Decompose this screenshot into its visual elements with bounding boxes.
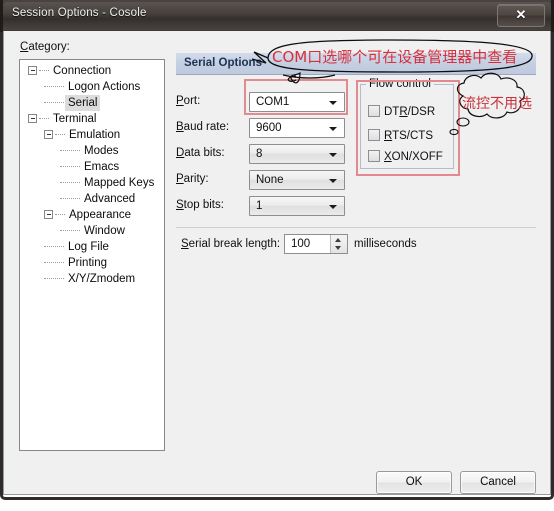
serial-options-header: Serial Options — [176, 53, 536, 75]
sidebar-item-serial[interactable]: Serial — [20, 95, 164, 111]
ok-button-label: OK — [405, 476, 423, 488]
sidebar-item-label: Mapped Keys — [84, 177, 155, 189]
tree-connector — [44, 277, 64, 280]
checkbox-icon[interactable] — [368, 129, 380, 141]
serial-break-label: Serial break length: — [181, 238, 281, 250]
close-icon: ✕ — [515, 7, 527, 22]
tree-connector — [55, 213, 65, 216]
combo-value: COM1 — [256, 96, 290, 108]
dialog-window: Session Options - Cosole ✕ Category: Con… — [0, 0, 554, 500]
chevron-down-icon[interactable] — [329, 205, 337, 209]
label-parity: Parity: — [176, 173, 209, 185]
sidebar-item-label: Logon Actions — [68, 81, 141, 93]
tree-connector — [60, 165, 80, 168]
tree-connector — [55, 133, 65, 136]
tree-connector — [60, 149, 80, 152]
tree-connector — [39, 117, 49, 120]
sidebar-item-label: Window — [84, 225, 125, 237]
combo-data-bits[interactable]: 8 — [249, 144, 345, 164]
category-label: Category: — [20, 41, 70, 53]
tree-connector — [60, 181, 80, 184]
serial-break-spinner[interactable]: 100 — [284, 234, 348, 254]
checkbox-rts-cts[interactable]: RTS/CTS — [368, 129, 433, 142]
combo-stop-bits[interactable]: 1 — [249, 196, 345, 216]
label-stop-bits: Stop bits: — [176, 199, 224, 211]
sidebar-item-label: Modes — [84, 145, 119, 157]
spinner-buttons[interactable] — [330, 235, 347, 253]
sidebar-item-label: Printing — [68, 257, 107, 269]
title-bar: Session Options - Cosole ✕ — [0, 0, 554, 32]
label-data-bits: Data bits: — [176, 147, 225, 159]
collapse-icon[interactable] — [28, 114, 37, 124]
chevron-down-icon[interactable] — [329, 179, 337, 183]
sidebar-item-modes[interactable]: Modes — [20, 143, 164, 159]
checkbox-icon[interactable] — [368, 105, 380, 117]
combo-baud-rate[interactable]: 9600 — [249, 118, 345, 138]
sidebar-item-label: X/Y/Zmodem — [68, 273, 136, 285]
category-tree[interactable]: Connection Logon Actions Serial Terminal Emu… — [19, 59, 165, 451]
chevron-down-icon[interactable] — [329, 127, 337, 131]
sidebar-item-label: Advanced — [84, 193, 136, 205]
checkbox-icon[interactable] — [368, 150, 380, 162]
combo-port[interactable]: COM1 — [249, 92, 345, 112]
label-port: Port: — [176, 95, 201, 107]
section-divider — [176, 227, 536, 228]
sidebar-item-log-file[interactable]: Log File — [20, 239, 164, 255]
combo-value: 1 — [256, 200, 263, 212]
sidebar-item-advanced[interactable]: Advanced — [20, 191, 164, 207]
sidebar-item-terminal[interactable]: Terminal — [20, 111, 164, 127]
tree-connector — [60, 229, 80, 232]
sidebar-item-label: Connection — [53, 65, 112, 77]
sidebar-item-label: Emacs — [84, 161, 120, 173]
checkbox-dtr-dsr[interactable]: DTR/DSR — [368, 105, 435, 118]
combo-value: None — [256, 174, 284, 186]
close-button[interactable]: ✕ — [497, 4, 545, 27]
combo-value: 8 — [256, 148, 263, 160]
tree-connector — [39, 69, 49, 72]
sidebar-item-logon-actions[interactable]: Logon Actions — [20, 79, 164, 95]
sidebar-item-appearance[interactable]: Appearance — [20, 207, 164, 223]
tree-connector — [60, 197, 80, 200]
chevron-down-icon[interactable] — [329, 153, 337, 157]
sidebar-item-emacs[interactable]: Emacs — [20, 159, 164, 175]
spinner-down-icon[interactable] — [335, 246, 341, 250]
window-title: Session Options - Cosole — [12, 7, 147, 19]
sidebar-item-label: Emulation — [69, 129, 121, 141]
sidebar-item-label: Terminal — [53, 113, 97, 125]
sidebar-item-mapped-keys[interactable]: Mapped Keys — [20, 175, 164, 191]
sidebar-item-window[interactable]: Window — [20, 223, 164, 239]
ok-button[interactable]: OK — [376, 471, 452, 494]
sidebar-item-emulation[interactable]: Emulation — [20, 127, 164, 143]
category-tree-rows: Connection Logon Actions Serial Terminal Emu… — [20, 60, 164, 287]
cancel-button-label: Cancel — [480, 476, 516, 488]
sidebar-item-x-y-zmodem[interactable]: X/Y/Zmodem — [20, 271, 164, 287]
tree-connector — [44, 245, 64, 248]
screenshot-root: Session Options - Cosole ✕ Category: Con… — [0, 0, 554, 511]
sidebar-item-label: Serial — [65, 95, 101, 111]
serial-break-units: milliseconds — [354, 238, 417, 250]
checkbox-label: RTS/CTS — [384, 130, 433, 142]
checkbox-label: XON/XOFF — [384, 151, 443, 163]
collapse-icon[interactable] — [44, 210, 53, 220]
serial-break-value: 100 — [291, 238, 311, 250]
sidebar-item-printing[interactable]: Printing — [20, 255, 164, 271]
collapse-icon[interactable] — [28, 66, 37, 76]
combo-parity[interactable]: None — [249, 170, 345, 190]
combo-value: 9600 — [256, 122, 282, 134]
checkbox-xon-xoff[interactable]: XON/XOFF — [368, 150, 443, 163]
sidebar-item-label: Log File — [68, 241, 109, 253]
sidebar-item-label: Appearance — [69, 209, 132, 221]
tree-connector — [44, 261, 64, 264]
spinner-up-icon[interactable] — [335, 238, 341, 242]
label-baud-rate: Baud rate: — [176, 121, 230, 133]
sidebar-item-connection[interactable]: Connection — [20, 63, 164, 79]
tree-connector — [44, 85, 64, 88]
serial-options-title: Serial Options — [184, 57, 262, 69]
cancel-button[interactable]: Cancel — [460, 471, 536, 494]
flow-control-legend: Flow control — [366, 78, 434, 90]
chevron-down-icon[interactable] — [329, 101, 337, 105]
checkbox-label: DTR/DSR — [384, 106, 436, 118]
tree-connector — [44, 101, 64, 104]
collapse-icon[interactable] — [44, 130, 53, 140]
